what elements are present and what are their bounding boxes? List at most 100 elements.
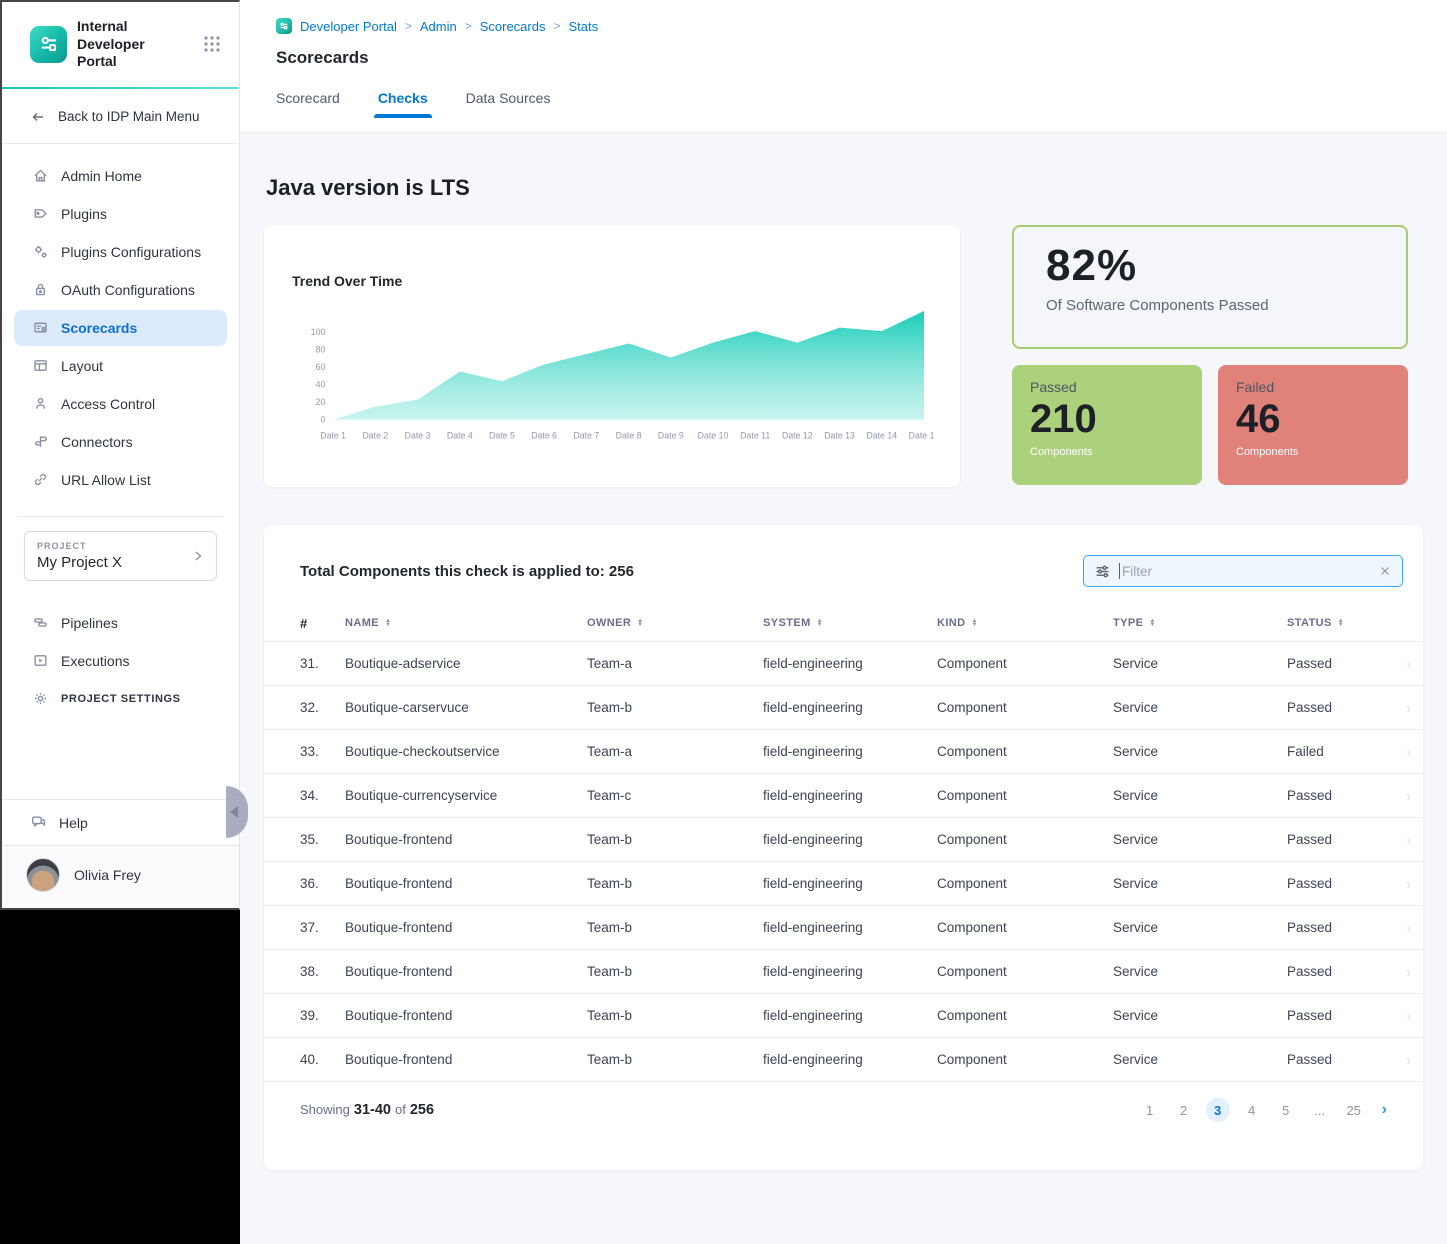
sidebar-item-pipelines[interactable]: Pipelines: [14, 605, 227, 641]
page-25-button[interactable]: 25: [1342, 1098, 1366, 1122]
table-row[interactable]: 38. Boutique-frontend Team-b field-engin…: [264, 949, 1423, 993]
cell-status: Passed: [1287, 1052, 1387, 1067]
sidebar-item-scorecards[interactable]: Scorecards: [14, 310, 227, 346]
svg-text:Date 10: Date 10: [698, 430, 729, 440]
column-header-type[interactable]: TYPE ▲▼: [1113, 617, 1287, 629]
cell-num: 38.: [300, 964, 345, 979]
help-label: Help: [59, 815, 88, 831]
sort-icon[interactable]: ▲▼: [1338, 619, 1344, 627]
cell-status: Passed: [1287, 700, 1387, 715]
breadcrumb-link[interactable]: Admin: [420, 19, 457, 34]
sidebar-item-layout[interactable]: Layout: [14, 348, 227, 384]
column-header-owner[interactable]: OWNER ▲▼: [587, 617, 763, 629]
cell-name: Boutique-frontend: [345, 1008, 587, 1023]
cell-system: field-engineering: [763, 788, 937, 803]
column-header-status[interactable]: STATUS ▲▼: [1287, 617, 1387, 629]
user-menu[interactable]: Olivia Frey: [2, 845, 239, 908]
tab-scorecard[interactable]: Scorecard: [276, 90, 340, 118]
sidebar-item-access-control[interactable]: Access Control: [14, 386, 227, 422]
table-row[interactable]: 40. Boutique-frontend Team-b field-engin…: [264, 1037, 1423, 1081]
filter-field[interactable]: [1083, 555, 1403, 587]
back-to-idp-button[interactable]: Back to IDP Main Menu: [2, 89, 239, 144]
sort-icon[interactable]: ▲▼: [817, 619, 823, 627]
cell-type: Service: [1113, 1052, 1287, 1067]
page-2-button[interactable]: 2: [1172, 1098, 1196, 1122]
page-3-button[interactable]: 3: [1206, 1098, 1230, 1122]
svg-text:Date 13: Date 13: [824, 430, 855, 440]
main-area: Developer Portal > Admin > Scorecards > …: [240, 0, 1447, 1244]
sidebar-item-executions[interactable]: Executions: [14, 643, 227, 679]
svg-text:20: 20: [316, 397, 326, 407]
cell-kind: Component: [937, 1008, 1113, 1023]
sidebar-item-project-settings[interactable]: PROJECT SETTINGS: [14, 681, 227, 717]
cell-system: field-engineering: [763, 700, 937, 715]
breadcrumb-link[interactable]: Developer Portal: [300, 19, 397, 34]
cell-system: field-engineering: [763, 964, 937, 979]
sidebar-item-plugins-configurations[interactable]: Plugins Configurations: [14, 234, 227, 270]
tab-checks[interactable]: Checks: [378, 90, 428, 118]
app-grid-icon[interactable]: [203, 35, 221, 53]
sidebar-item-label: Access Control: [61, 394, 155, 414]
cell-kind: Component: [937, 1052, 1113, 1067]
sidebar-item-admin-home[interactable]: Admin Home: [14, 158, 227, 194]
next-page-button[interactable]: ›: [1382, 1101, 1387, 1119]
cell-kind: Component: [937, 832, 1113, 847]
column-header-kind[interactable]: KIND ▲▼: [937, 617, 1113, 629]
total-components-label: Total Components this check is applied t…: [300, 563, 634, 580]
breadcrumb-link[interactable]: Scorecards: [480, 19, 546, 34]
sidebar: Internal Developer Portal Back to IDP Ma…: [0, 0, 240, 910]
sidebar-item-label: Connectors: [61, 432, 133, 452]
project-label: PROJECT: [37, 541, 204, 551]
cell-owner: Team-b: [587, 1052, 763, 1067]
cell-owner: Team-b: [587, 700, 763, 715]
sidebar-item-connectors[interactable]: Connectors: [14, 424, 227, 460]
failed-card: Failed 46 Components: [1218, 365, 1408, 485]
filter-input[interactable]: [1119, 563, 1378, 579]
sort-icon[interactable]: ▲▼: [385, 619, 391, 627]
cell-kind: Component: [937, 656, 1113, 671]
cell-type: Service: [1113, 700, 1287, 715]
cell-kind: Component: [937, 964, 1113, 979]
row-chevron-icon: ›: [1406, 964, 1411, 980]
sidebar-item-plugins[interactable]: Plugins: [14, 196, 227, 232]
table-row[interactable]: 35. Boutique-frontend Team-b field-engin…: [264, 817, 1423, 861]
sort-icon[interactable]: ▲▼: [1149, 619, 1155, 627]
table-row[interactable]: 32. Boutique-carservuce Team-b field-eng…: [264, 685, 1423, 729]
table-row[interactable]: 36. Boutique-frontend Team-b field-engin…: [264, 861, 1423, 905]
breadcrumb-link[interactable]: Stats: [568, 19, 598, 34]
sidebar-item-url-allow-list[interactable]: URL Allow List: [14, 462, 227, 498]
help-button[interactable]: Help: [2, 799, 239, 845]
table-row[interactable]: 31. Boutique-adservice Team-a field-engi…: [264, 641, 1423, 685]
sidebar-item-label: Plugins Configurations: [61, 242, 201, 262]
cell-status: Passed: [1287, 832, 1387, 847]
svg-text:Date 3: Date 3: [405, 430, 431, 440]
sort-icon[interactable]: ▲▼: [637, 619, 643, 627]
cell-owner: Team-b: [587, 876, 763, 891]
cell-status: Passed: [1287, 788, 1387, 803]
cell-name: Boutique-adservice: [345, 656, 587, 671]
table-row[interactable]: 33. Boutique-checkoutservice Team-a fiel…: [264, 729, 1423, 773]
svg-text:Date 12: Date 12: [782, 430, 813, 440]
page-1-button[interactable]: 1: [1138, 1098, 1162, 1122]
column-header-name[interactable]: NAME ▲▼: [345, 617, 587, 629]
chevron-right-icon: [190, 548, 206, 564]
tab-bar: Scorecard Checks Data Sources: [276, 90, 1447, 118]
project-selector[interactable]: PROJECT My Project X: [24, 531, 217, 581]
table-row[interactable]: 37. Boutique-frontend Team-b field-engin…: [264, 905, 1423, 949]
cell-kind: Component: [937, 788, 1113, 803]
breadcrumb-logo-icon: [276, 18, 292, 34]
clear-filter-icon[interactable]: [1378, 564, 1392, 578]
sidebar-item-oauth-configurations[interactable]: OAuth Configurations: [14, 272, 227, 308]
table-row[interactable]: 34. Boutique-currencyservice Team-c fiel…: [264, 773, 1423, 817]
sort-icon[interactable]: ▲▼: [972, 619, 978, 627]
column-header-system[interactable]: SYSTEM ▲▼: [763, 617, 937, 629]
tab-data-sources[interactable]: Data Sources: [466, 90, 551, 118]
table-row[interactable]: 39. Boutique-frontend Team-b field-engin…: [264, 993, 1423, 1037]
svg-text:80: 80: [316, 345, 326, 355]
page-4-button[interactable]: 4: [1240, 1098, 1264, 1122]
showing-total: 256: [410, 1102, 434, 1118]
passed-unit: Components: [1030, 446, 1184, 458]
sidebar-item-label: Pipelines: [61, 613, 118, 633]
person-icon: [32, 395, 49, 412]
page-5-button[interactable]: 5: [1274, 1098, 1298, 1122]
